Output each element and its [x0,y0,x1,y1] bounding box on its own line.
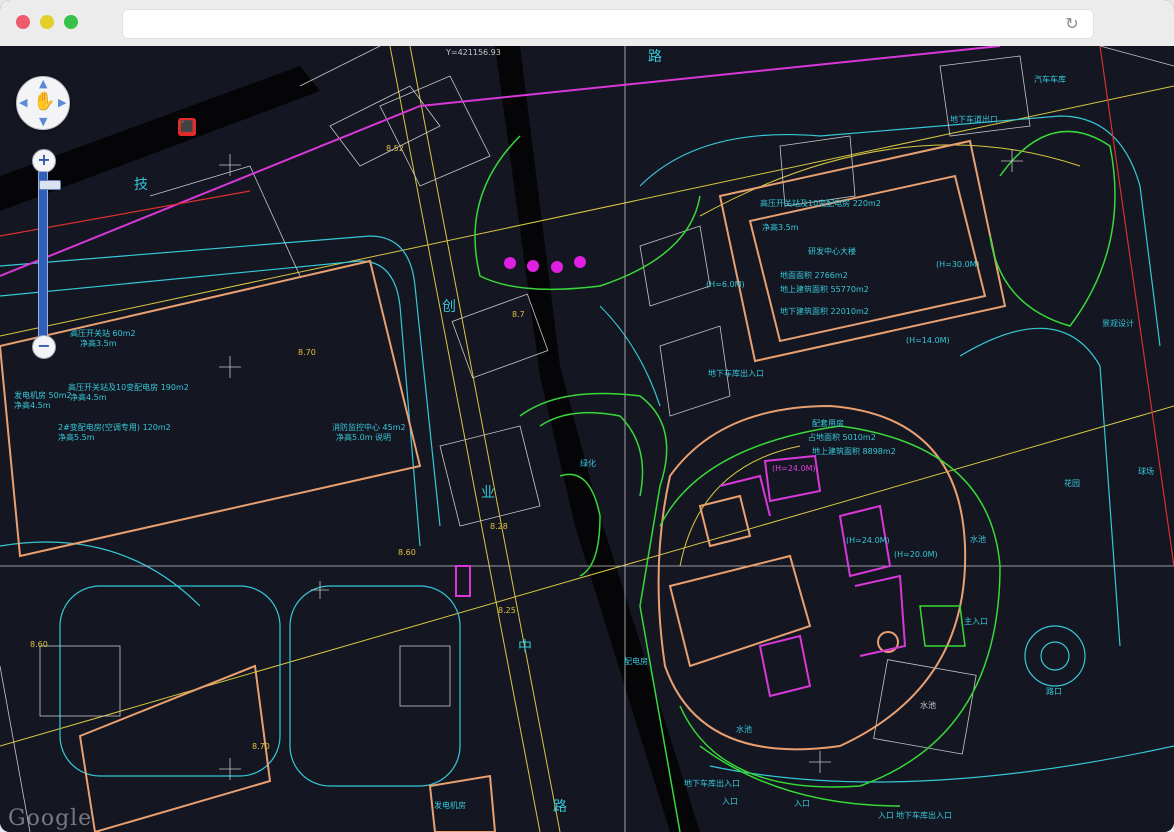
reload-icon[interactable]: ↻ [1063,15,1081,33]
map-label: 水池 [736,725,752,734]
map-label: 地上建筑面积 55770m2 [780,285,869,294]
zoom-in-button[interactable]: + [32,149,56,173]
map-label: 景观设计 [1102,319,1134,328]
elevation-label: 8.70 [298,348,316,357]
address-bar[interactable]: ↻ [122,9,1094,39]
map-label: 配电房 [624,657,648,666]
coord-label: Y=421156.93 [446,48,501,57]
elevation-label: 8.28 [490,522,508,531]
close-button[interactable] [16,15,30,29]
map-label: 配套用房 [812,419,844,428]
map-label: 汽车车库 [1034,75,1066,84]
map-label: 地下车库出入口 [896,811,952,820]
road-label: 创 [442,299,456,315]
map-label: 地下建筑面积 22010m2 [780,307,869,316]
zoom-slider-track[interactable] [38,171,61,339]
map-label: 净高5.5m [58,433,95,442]
height-label: (H=30.0M) [936,260,980,269]
elevation-label: 8.7 [512,310,525,319]
elevation-label: 8.70 [252,742,270,751]
map-label: 高压开关站及10变配电房 220m2 [760,199,881,208]
cad-drawing[interactable] [0,46,1174,832]
map-label: 地上建筑面积 8898m2 [812,447,896,456]
height-label: (H=20.0M) [894,550,938,559]
road-label: 路 [648,49,662,65]
map-label: 净高4.5m [70,393,107,402]
map-label: 水池 [920,701,936,710]
elevation-label: 8.60 [30,640,48,649]
road-label: 中 [518,639,532,655]
map-label: 地下车库出入口 [708,369,764,378]
pan-up-icon[interactable]: ▲ [39,77,47,90]
map-label: 发电机房 [434,801,466,810]
map-view[interactable]: ⬛ 路 技 创 业 中 路 Y=421156.93 高压开关站 60m2 净高3… [0,46,1174,832]
height-label: (H=14.0M) [906,336,950,345]
elevation-label: 8.60 [398,548,416,557]
google-watermark: Google [8,806,93,831]
map-label: 研发中心大楼 [808,247,856,256]
map-label: 花园 [1064,479,1080,488]
browser-window: ↻ ⬛ 路 技 创 业 中 路 Y=421156.93 高压开关站 60m2 净… [0,0,1174,832]
map-label: 净高4.5m [14,401,51,410]
height-label: (H=24.0M) [772,464,816,473]
map-label: 地面面积 2766m2 [780,271,848,280]
height-label: (H=24.0M) [846,536,890,545]
map-label: 主入口 [964,617,988,626]
pan-left-icon[interactable]: ◀ [19,96,27,109]
elevation-label: 8.52 [386,144,404,153]
map-label: 球场 [1138,467,1154,476]
map-label: 净高3.5m [80,339,117,348]
map-label: 地下车道出口 [950,115,998,124]
road-label: 路 [553,799,567,815]
map-label: 水池 [970,535,986,544]
map-label: 入口 [794,799,810,808]
zoom-slider-handle[interactable] [39,180,61,190]
map-label: 净高3.5m [762,223,799,232]
zoom-button[interactable] [64,15,78,29]
pan-right-icon[interactable]: ▶ [58,96,66,109]
zoom-control: + − [32,149,61,359]
title-bar: ↻ [0,0,1174,47]
height-label: (H=6.0M) [706,280,745,289]
pan-control[interactable]: ✋ ▲ ▼ ◀ ▶ [16,76,70,130]
zoom-out-button[interactable]: − [32,335,56,359]
bus-stop-icon[interactable]: ⬛ [178,118,196,136]
map-label: 地下车库出入口 [684,779,740,788]
road-label: 技 [134,177,148,193]
pan-down-icon[interactable]: ▼ [39,115,47,128]
map-label: 占地面积 5010m2 [808,433,876,442]
map-label: 入口 [878,811,894,820]
main-road-vertical [495,46,700,832]
road-label: 业 [481,485,495,501]
map-label: 入口 [722,797,738,806]
elevation-label: 8.25 [498,606,516,615]
map-label: 净高5.0m 说明 [336,433,392,442]
minimize-button[interactable] [40,15,54,29]
map-label: 路口 [1046,687,1062,696]
map-label: 绿化 [580,459,596,468]
hand-pan-icon: ✋ [33,91,56,112]
